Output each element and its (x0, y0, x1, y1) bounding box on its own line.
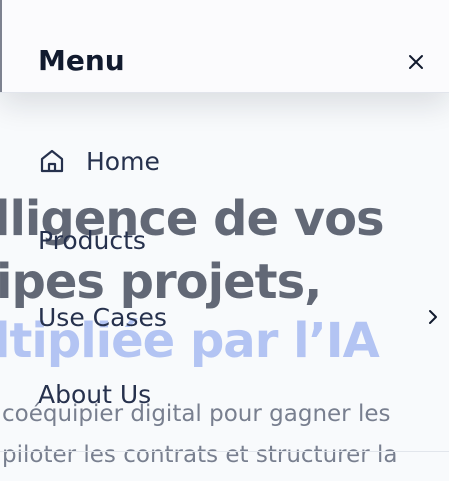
menu-item-label: About Us (38, 379, 152, 409)
menu-item-label: Products (38, 225, 146, 255)
menu-list: Home Products Use Cases About Us (0, 0, 449, 481)
menu-item-label: Use Cases (38, 302, 167, 332)
chevron-right-icon[interactable] (425, 307, 441, 327)
menu-item-about-us[interactable]: About Us (38, 374, 449, 414)
menu-item-home[interactable]: Home (38, 141, 449, 181)
menu-item-label: Home (86, 146, 160, 176)
menu-item-products[interactable]: Products (38, 220, 449, 260)
page: lligence de vos ipes projets, ltipliée p… (0, 0, 449, 481)
home-icon (38, 146, 68, 176)
menu-item-use-cases[interactable]: Use Cases (38, 297, 449, 337)
mobile-menu: Menu Home Products Use Cases About Us (0, 0, 449, 481)
